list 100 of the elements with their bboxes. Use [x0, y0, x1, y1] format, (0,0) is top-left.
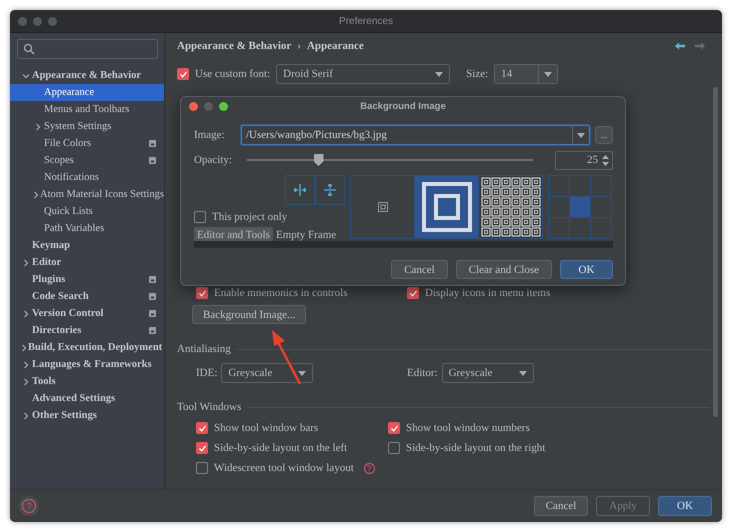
- anchor-cell[interactable]: [591, 218, 611, 238]
- footer-button[interactable]: Cancel: [534, 496, 588, 516]
- sidebar-item[interactable]: Quick Lists: [10, 203, 164, 220]
- size-combo[interactable]: 14: [494, 64, 558, 84]
- background-image-button[interactable]: Background Image...: [192, 305, 306, 324]
- fill-mode-option[interactable]: [479, 176, 542, 238]
- opacity-slider[interactable]: [247, 153, 533, 167]
- window-title: Preferences: [338, 16, 394, 26]
- flip-vertical-icon: [324, 184, 336, 196]
- font-dropdown[interactable]: Droid Serif: [276, 64, 450, 84]
- sidebar-item[interactable]: Notifications: [10, 169, 164, 186]
- sidebar-item[interactable]: File Colors: [10, 135, 164, 152]
- sidebar-item[interactable]: Other Settings: [10, 407, 164, 424]
- zoom-button[interactable]: [219, 102, 228, 110]
- checkbox[interactable]: [196, 442, 208, 454]
- flip-horizontal-button[interactable]: [285, 175, 315, 205]
- chevron-right-icon[interactable]: [22, 258, 30, 266]
- chevron-right-icon[interactable]: [22, 412, 30, 420]
- dialog-button[interactable]: Clear and Close: [456, 260, 552, 279]
- sidebar-item[interactable]: System Settings: [10, 118, 164, 135]
- ide-dropdown[interactable]: Greyscale: [221, 363, 314, 383]
- sidebar-item[interactable]: Appearance: [10, 84, 164, 101]
- sidebar-item[interactable]: Languages & Frameworks: [10, 356, 164, 373]
- anchor-cell[interactable]: [570, 218, 590, 238]
- anchor-cell[interactable]: [570, 176, 590, 196]
- opacity-spinner[interactable]: 25: [555, 150, 613, 170]
- close-button[interactable]: [189, 102, 198, 110]
- checkbox[interactable]: [407, 287, 419, 299]
- sidebar-item[interactable]: Appearance & Behavior: [10, 67, 164, 84]
- chevron-right-icon[interactable]: [22, 378, 30, 386]
- checkbox-label: Show tool window bars: [214, 422, 318, 434]
- sidebar-item[interactable]: Menus and Toolbars: [10, 101, 164, 118]
- checkbox-label: Side-by-side layout on the left: [214, 442, 348, 454]
- flip-vertical-button[interactable]: [315, 175, 345, 205]
- sidebar-item[interactable]: Code Search: [10, 288, 164, 305]
- caret-icon: [435, 72, 444, 76]
- sidebar-item[interactable]: Scopes: [10, 152, 164, 169]
- anchor-cell[interactable]: [549, 218, 569, 238]
- anchor-cell[interactable]: [549, 176, 569, 196]
- checkbox[interactable]: [177, 68, 189, 80]
- search-field[interactable]: [17, 39, 158, 59]
- anchor-cell[interactable]: [591, 176, 611, 196]
- anchor-cell[interactable]: [591, 197, 611, 217]
- breadcrumb-separator: ›: [297, 40, 301, 52]
- chevron-down-icon[interactable]: [22, 72, 30, 80]
- editor-dropdown[interactable]: Greyscale: [442, 363, 534, 383]
- back-arrow-icon[interactable]: [674, 41, 686, 51]
- chevron-right-icon[interactable]: [32, 190, 40, 198]
- sidebar-item[interactable]: Tools: [10, 373, 164, 390]
- anchor-cell[interactable]: [549, 197, 569, 217]
- checkbox[interactable]: [194, 211, 206, 223]
- checkbox-label: Use custom font:: [195, 68, 270, 80]
- checkbox-label: Show tool window numbers: [406, 422, 530, 434]
- slider-thumb[interactable]: [314, 154, 324, 166]
- fill-mode-option[interactable]: [415, 176, 479, 238]
- sidebar-item[interactable]: Editor: [10, 254, 164, 271]
- chevron-right-icon[interactable]: [20, 344, 28, 352]
- target-toggle[interactable]: Empty Frame: [272, 227, 340, 243]
- anchor-cell[interactable]: [570, 197, 590, 217]
- dialog-title: Background Image: [359, 100, 447, 112]
- ok-button[interactable]: OK: [658, 496, 712, 516]
- section-title: Antialiasing: [177, 343, 231, 355]
- breadcrumb-item[interactable]: Appearance: [306, 40, 364, 52]
- sidebar-item[interactable]: Keymap: [10, 237, 164, 254]
- caret-icon: [298, 370, 306, 376]
- sidebar-item[interactable]: Plugins: [10, 271, 164, 288]
- dialog-button[interactable]: Cancel: [391, 260, 448, 279]
- size-label: Size:: [466, 68, 488, 80]
- chevron-right-icon[interactable]: [22, 310, 30, 318]
- checkbox-label: Display icons in menu items: [425, 287, 550, 299]
- image-path-field[interactable]: /Users/wangbo/Pictures/bg3.jpg: [241, 125, 590, 145]
- sidebar-item[interactable]: Advanced Settings: [10, 390, 164, 407]
- image-label: Image:: [194, 129, 226, 141]
- sidebar-item[interactable]: Directories: [10, 322, 164, 339]
- checkbox[interactable]: [196, 287, 208, 299]
- breadcrumb-item[interactable]: Appearance & Behavior: [177, 40, 292, 52]
- center-mode-icon: [378, 202, 388, 212]
- checkbox-label: Enable mnemonics in controls: [214, 287, 348, 299]
- browse-button[interactable]: ...: [595, 126, 613, 144]
- ide-label: IDE:: [196, 367, 218, 379]
- checkbox[interactable]: [196, 462, 208, 474]
- caret-icon: [518, 370, 527, 376]
- sidebar-item[interactable]: Path Variables: [10, 220, 164, 237]
- checkbox[interactable]: [388, 442, 400, 454]
- scrollbar[interactable]: [713, 87, 718, 417]
- caret-icon: [577, 132, 585, 138]
- sidebar-item[interactable]: Version Control: [10, 305, 164, 322]
- search-icon: [23, 43, 35, 55]
- ok-button[interactable]: OK: [560, 260, 613, 279]
- opacity-label: Opacity:: [194, 154, 233, 166]
- checkbox[interactable]: [196, 422, 208, 434]
- checkbox-label: This project only: [212, 211, 288, 223]
- checkbox[interactable]: [388, 422, 400, 434]
- chevron-right-icon[interactable]: [34, 122, 42, 130]
- sidebar-item[interactable]: Atom Material Icons Settings: [10, 186, 164, 203]
- sidebar-item[interactable]: Build, Execution, Deployment: [10, 339, 164, 356]
- tile-mode-icon: [480, 177, 540, 237]
- caret-icon: [544, 72, 552, 76]
- chevron-right-icon[interactable]: [22, 360, 30, 368]
- flip-horizontal-icon: [294, 184, 306, 196]
